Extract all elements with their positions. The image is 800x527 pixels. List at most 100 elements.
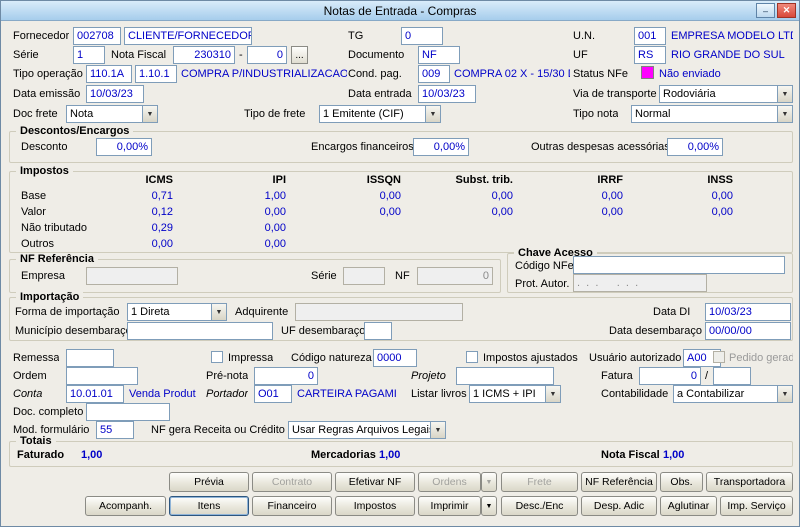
faturado-value: 1,00 — [81, 449, 103, 461]
mod-formulario-field[interactable]: 55 — [96, 421, 134, 439]
itens-button[interactable]: Itens — [169, 496, 249, 516]
obs-button[interactable]: Obs. — [660, 472, 703, 492]
acompanh-button[interactable]: Acompanh. — [85, 496, 166, 516]
nota-fiscal-numero-field[interactable]: 230310 — [173, 46, 235, 64]
documento-field[interactable]: NF — [418, 46, 460, 64]
transportadora-button[interactable]: Transportadora — [706, 472, 793, 492]
fornecedor-name-field[interactable]: CLIENTE/FORNECEDOR RS — [124, 27, 252, 45]
tipo-operacao-cfop-field[interactable]: 1.10.1 — [135, 65, 177, 83]
dropdown-arrow-icon[interactable]: ▼ — [545, 386, 560, 402]
impostos-cell: 0,00 — [601, 190, 623, 202]
data-entrada-field[interactable]: 10/03/23 — [418, 85, 476, 103]
data-emissao-field[interactable]: 10/03/23 — [86, 85, 144, 103]
desp-adic-button[interactable]: Desp. Adic — [581, 496, 657, 516]
serie-field[interactable]: 1 — [73, 46, 105, 64]
projeto-field[interactable] — [456, 367, 554, 385]
conta-field[interactable]: 10.01.01 — [66, 385, 124, 403]
impostos-cell: 0,00 — [151, 238, 173, 250]
prot-autor-label: Prot. Autor. — [515, 278, 570, 290]
dropdown-arrow-icon[interactable]: ▼ — [777, 386, 792, 402]
nfref-serie-field[interactable] — [343, 267, 385, 285]
nfref-empresa-field[interactable] — [86, 267, 178, 285]
ordens-button: Ordens — [418, 472, 481, 492]
via-transporte-select[interactable]: Rodoviária ▼ — [659, 85, 793, 103]
dropdown-arrow-icon[interactable]: ▼ — [777, 86, 792, 102]
municipio-desembaraco-field[interactable] — [127, 322, 273, 340]
tipo-frete-select[interactable]: 1 Emitente (CIF) ▼ — [319, 105, 441, 123]
nota-fiscal-separator: - — [239, 49, 243, 61]
faturado-label: Faturado — [17, 449, 65, 461]
un-code-field[interactable]: 001 — [634, 27, 666, 45]
doc-completo-label: Doc. completo — [13, 406, 84, 418]
un-desc: EMPRESA MODELO LTDA — [671, 30, 793, 42]
outras-despesas-field[interactable]: 0,00% — [667, 138, 723, 156]
nota-fiscal-browse-button[interactable]: ... — [291, 46, 308, 64]
cond-pag-code-field[interactable]: 009 — [418, 65, 450, 83]
pre-nota-field[interactable]: 0 — [254, 367, 318, 385]
uf-desembaraco-field[interactable] — [364, 322, 392, 340]
forma-importacao-label: Forma de importação — [15, 306, 120, 318]
impostos-cell: 0,00 — [711, 206, 733, 218]
codigo-natureza-field[interactable]: 0000 — [373, 349, 417, 367]
ordem-field[interactable] — [66, 367, 138, 385]
nota-fiscal-total-label: Nota Fiscal — [601, 449, 660, 461]
nf-referencia-button[interactable]: NF Referência — [581, 472, 657, 492]
dropdown-arrow-icon[interactable]: ▼ — [142, 106, 157, 122]
portador-field[interactable]: O01 — [254, 385, 292, 403]
nfref-nf-field[interactable]: 0 — [417, 267, 493, 285]
impostos-group-title: Impostos — [16, 165, 73, 177]
notas-entrada-window: Notas de Entrada - Compras – ✕ Fornecedo… — [0, 0, 800, 527]
adquirente-field[interactable] — [295, 303, 463, 321]
listar-livros-select[interactable]: 1 ICMS + IPI ▼ — [469, 385, 561, 403]
aglutinar-button[interactable]: Aglutinar — [660, 496, 717, 516]
dropdown-arrow-icon[interactable]: ▼ — [430, 422, 445, 438]
previa-button[interactable]: Prévia — [169, 472, 249, 492]
nfref-serie-label: Série — [311, 270, 337, 282]
minimize-button[interactable]: – — [756, 3, 775, 18]
fatura-parcela-field[interactable] — [713, 367, 751, 385]
efetivar-nf-button[interactable]: Efetivar NF — [335, 472, 415, 492]
totais-group-title: Totais — [16, 435, 56, 447]
serie-label: Série — [13, 49, 39, 61]
contabilidade-select[interactable]: a Contabilizar ▼ — [673, 385, 793, 403]
close-button[interactable]: ✕ — [777, 3, 796, 18]
tipo-operacao-code-field[interactable]: 110.1A — [86, 65, 132, 83]
dropdown-arrow-icon[interactable]: ▼ — [211, 304, 226, 320]
impressa-checkbox[interactable] — [211, 351, 223, 363]
forma-importacao-select[interactable]: 1 Direta ▼ — [127, 303, 227, 321]
ordem-label: Ordem — [13, 370, 47, 382]
uf-code-field[interactable]: RS — [634, 46, 666, 64]
impostos-ajustados-checkbox[interactable] — [466, 351, 478, 363]
desc-enc-button[interactable]: Desc./Enc — [501, 496, 578, 516]
fornecedor-code-field[interactable]: 002708 — [73, 27, 121, 45]
encargos-financeiros-field[interactable]: 0,00% — [413, 138, 469, 156]
doc-completo-field[interactable] — [86, 403, 170, 421]
uf-desc: RIO GRANDE DO SUL — [671, 49, 785, 61]
nota-fiscal-sufixo-field[interactable]: 0 — [247, 46, 287, 64]
impostos-col-header: ISSQN — [366, 174, 401, 186]
imprimir-button[interactable]: Imprimir — [418, 496, 481, 516]
dropdown-arrow-icon[interactable]: ▼ — [425, 106, 440, 122]
desconto-field[interactable]: 0,00% — [96, 138, 152, 156]
remessa-field[interactable] — [66, 349, 114, 367]
tipo-nota-label: Tipo nota — [573, 108, 619, 120]
tipo-nota-select[interactable]: Normal ▼ — [631, 105, 793, 123]
tg-field[interactable]: 0 — [401, 27, 443, 45]
dropdown-arrow-icon[interactable]: ▼ — [777, 106, 792, 122]
nf-gera-select[interactable]: Usar Regras Arquivos Legais ▼ — [288, 421, 446, 439]
doc-frete-select[interactable]: Nota ▼ — [66, 105, 158, 123]
codigo-nfe-field[interactable] — [573, 256, 785, 274]
portador-desc: CARTEIRA PAGAMI — [297, 388, 397, 400]
impostos-button[interactable]: Impostos — [335, 496, 415, 516]
titlebar[interactable]: Notas de Entrada - Compras – ✕ — [1, 1, 799, 21]
data-di-field[interactable]: 10/03/23 — [705, 303, 791, 321]
imprimir-dropdown-button[interactable]: ▼ — [481, 496, 497, 516]
financeiro-button[interactable]: Financeiro — [252, 496, 332, 516]
prot-autor-field[interactable]: . . . . . . — [573, 274, 707, 292]
pre-nota-label: Pré-nota — [206, 370, 249, 382]
nf-referencia-group-title: NF Referência — [16, 253, 98, 265]
data-desembaraco-field[interactable]: 00/00/00 — [705, 322, 791, 340]
doc-frete-label: Doc frete — [13, 108, 58, 120]
fatura-field[interactable]: 0 — [639, 367, 701, 385]
imp-servico-button[interactable]: Imp. Serviço — [720, 496, 793, 516]
